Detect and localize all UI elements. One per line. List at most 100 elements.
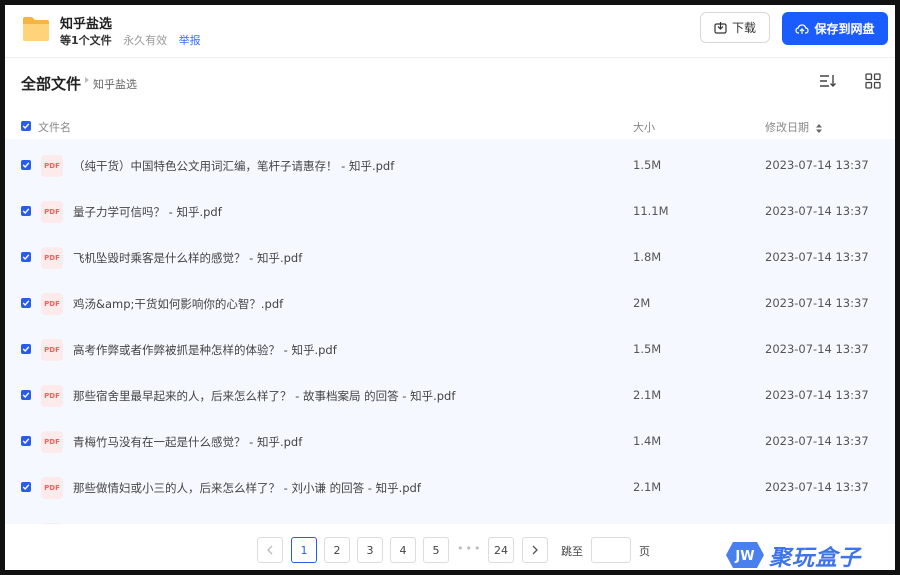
file-name[interactable]: 高考作弊或者作弊被抓是种怎样的体验？ - 知乎.pdf — [73, 342, 337, 358]
table-row[interactable]: PDF 鸡汤&amp;干货如何影响你的心智？.pdf 2M 2023-07-14 13… — [5, 281, 895, 327]
table-row[interactable]: PDF 那些做情妇或小三的人，后来怎么样了？ - 刘小谦 的回答 - 知乎.pdf… — [5, 465, 895, 511]
pdf-file-icon: PDF — [41, 201, 63, 223]
save-to-drive-button[interactable]: 保存到网盘 — [782, 12, 888, 45]
table-row[interactable]: PDF 青梅竹马没有在一起是什么感觉？ - 知乎.pdf 1.4M 2023-07-1… — [5, 419, 895, 465]
check-icon — [22, 346, 30, 353]
pdf-file-icon: PDF — [41, 293, 63, 315]
table-row[interactable]: PDF 量子力学可信吗？ - 知乎.pdf 11.1M 2023-07-14 13:3… — [5, 189, 895, 235]
table-row[interactable]: PDF 那些宿舍里最早起来的人，后来怎么样了？ - 故事档案局 的回答 - 知乎.… — [5, 373, 895, 419]
page-4-button[interactable]: 4 — [390, 537, 416, 563]
file-date: 2023-07-14 13:37 — [765, 250, 869, 264]
watermark-logo: JW — [726, 542, 764, 568]
file-count: 等1个文件 — [60, 34, 112, 47]
row-checkbox[interactable] — [21, 482, 31, 492]
file-size: 1.5M — [633, 158, 662, 172]
file-size: 1.8M — [633, 250, 662, 264]
file-size: 1.5M — [633, 342, 662, 356]
page-unit-label: 页 — [639, 545, 650, 558]
file-date: 2023-07-14 13:37 — [765, 296, 869, 310]
jump-page-input[interactable] — [591, 537, 631, 563]
sort-caret-icon — [815, 123, 822, 133]
pdf-file-icon: PDF — [41, 385, 63, 407]
file-name[interactable]: 青梅竹马没有在一起是什么感觉？ - 知乎.pdf — [73, 434, 302, 450]
row-checkbox[interactable] — [21, 344, 31, 354]
file-date: 2023-07-14 13:37 — [765, 342, 869, 356]
watermark: JW 聚玩盒子 — [725, 538, 895, 570]
column-name: 文件名 — [38, 121, 71, 134]
pdf-file-icon: PDF — [41, 431, 63, 453]
file-name[interactable]: 鸡汤&amp;干货如何影响你的心智？.pdf — [73, 296, 283, 312]
file-size: 2.1M — [633, 388, 662, 402]
page-1-button[interactable]: 1 — [291, 537, 317, 563]
file-date: 2023-07-14 13:37 — [765, 204, 869, 218]
share-page: 知乎盐选 等1个文件 永久有效 举报 下载 保存到网盘 全部文件 知乎盐选 文件… — [5, 5, 895, 570]
share-header: 知乎盐选 等1个文件 永久有效 举报 下载 保存到网盘 — [5, 5, 895, 58]
pdf-file-icon: PDF — [41, 477, 63, 499]
file-date: 2023-07-14 13:37 — [765, 434, 869, 448]
page-3-button[interactable]: 3 — [357, 537, 383, 563]
sort-icon[interactable] — [819, 73, 837, 89]
row-checkbox[interactable] — [21, 298, 31, 308]
share-title: 知乎盐选 — [60, 17, 113, 32]
row-checkbox[interactable] — [21, 160, 31, 170]
grid-view-icon[interactable] — [865, 73, 881, 89]
pdf-file-icon: PDF — [41, 247, 63, 269]
check-icon — [22, 123, 30, 130]
file-size: 2.1M — [633, 480, 662, 494]
table-row[interactable]: PDF （纯干货）中国特色公文用词汇编，笔杆子请惠存！ - 知乎.pdf 1.5M 2… — [5, 143, 895, 189]
file-size: 2M — [633, 296, 651, 310]
pdf-file-icon: PDF — [41, 155, 63, 177]
table-row-partial — [5, 511, 895, 524]
validity-text: 永久有效 — [123, 34, 168, 47]
jump-label: 跳至 — [561, 545, 583, 558]
file-date: 2023-07-14 13:37 — [765, 480, 869, 494]
select-all-checkbox[interactable] — [21, 121, 31, 131]
row-checkbox[interactable] — [21, 252, 31, 262]
check-icon — [22, 438, 30, 445]
file-name[interactable]: 飞机坠毁时乘客是什么样的感觉？ - 知乎.pdf — [73, 250, 302, 266]
save-label: 保存到网盘 — [814, 22, 875, 36]
download-icon — [714, 22, 727, 34]
page-2-button[interactable]: 2 — [324, 537, 350, 563]
page-5-button[interactable]: 5 — [423, 537, 449, 563]
pdf-file-icon — [41, 523, 63, 524]
row-checkbox[interactable] — [21, 436, 31, 446]
prev-page-button[interactable] — [257, 537, 283, 563]
table-row[interactable]: PDF 飞机坠毁时乘客是什么样的感觉？ - 知乎.pdf 1.8M 2023-07-1… — [5, 235, 895, 281]
file-list: PDF （纯干货）中国特色公文用词汇编，笔杆子请惠存！ - 知乎.pdf 1.5M 2… — [5, 139, 895, 524]
watermark-badge-text: JW — [734, 549, 754, 564]
column-modified-label: 修改日期 — [765, 121, 809, 134]
pdf-file-icon: PDF — [41, 339, 63, 361]
breadcrumb-root[interactable]: 全部文件 — [21, 73, 81, 94]
watermark-text: 聚玩盒子 — [769, 546, 862, 570]
check-icon — [22, 162, 30, 169]
folder-icon — [23, 17, 49, 41]
file-name[interactable]: 量子力学可信吗？ - 知乎.pdf — [73, 204, 222, 220]
check-icon — [22, 254, 30, 261]
download-button[interactable]: 下载 — [700, 12, 770, 43]
chevron-left-icon — [267, 545, 273, 555]
check-icon — [22, 392, 30, 399]
report-link[interactable]: 举报 — [179, 34, 201, 47]
column-size: 大小 — [633, 121, 655, 134]
table-header: 文件名 大小 修改日期 — [5, 113, 895, 139]
breadcrumb-arrow-icon — [85, 77, 89, 83]
file-date: 2023-07-14 13:37 — [765, 388, 869, 402]
page-ellipsis[interactable]: ••• — [457, 542, 482, 555]
file-size: 11.1M — [633, 204, 669, 218]
file-date: 2023-07-14 13:37 — [765, 158, 869, 172]
file-name[interactable]: 那些宿舍里最早起来的人，后来怎么样了？ - 故事档案局 的回答 - 知乎.pdf — [73, 388, 455, 404]
download-label: 下载 — [731, 21, 756, 35]
row-checkbox[interactable] — [21, 206, 31, 216]
column-modified[interactable]: 修改日期 — [765, 119, 822, 135]
file-size: 1.4M — [633, 434, 662, 448]
file-name[interactable]: （纯干货）中国特色公文用词汇编，笔杆子请惠存！ - 知乎.pdf — [73, 158, 394, 174]
cloud-upload-icon — [795, 23, 810, 34]
table-row[interactable]: PDF 高考作弊或者作弊被抓是种怎样的体验？ - 知乎.pdf 1.5M 2023-0… — [5, 327, 895, 373]
row-checkbox[interactable] — [21, 390, 31, 400]
check-icon — [22, 208, 30, 215]
file-name[interactable]: 那些做情妇或小三的人，后来怎么样了？ - 刘小谦 的回答 - 知乎.pdf — [73, 480, 421, 496]
page-last-button[interactable]: 24 — [488, 537, 514, 563]
next-page-button[interactable] — [522, 537, 548, 563]
chevron-right-icon — [532, 545, 538, 555]
